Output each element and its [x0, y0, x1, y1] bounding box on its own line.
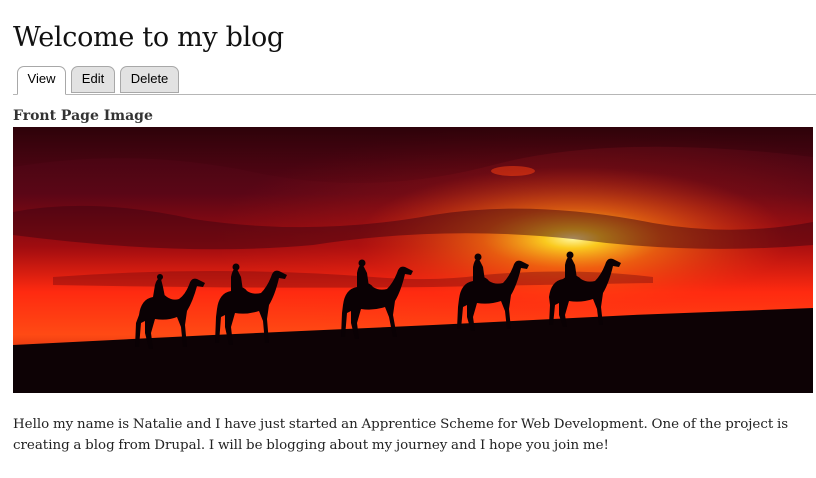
tab-view[interactable]: View: [17, 66, 66, 95]
tab-edit[interactable]: Edit: [71, 66, 115, 93]
local-tabs: View Edit Delete: [13, 66, 816, 95]
front-page-image: [13, 127, 813, 393]
blog-intro-text: Hello my name is Natalie and I have just…: [13, 417, 789, 453]
front-page-image-label: Front Page Image: [13, 108, 153, 124]
page-title: Welcome to my blog: [13, 22, 284, 53]
tab-delete[interactable]: Delete: [120, 66, 179, 93]
